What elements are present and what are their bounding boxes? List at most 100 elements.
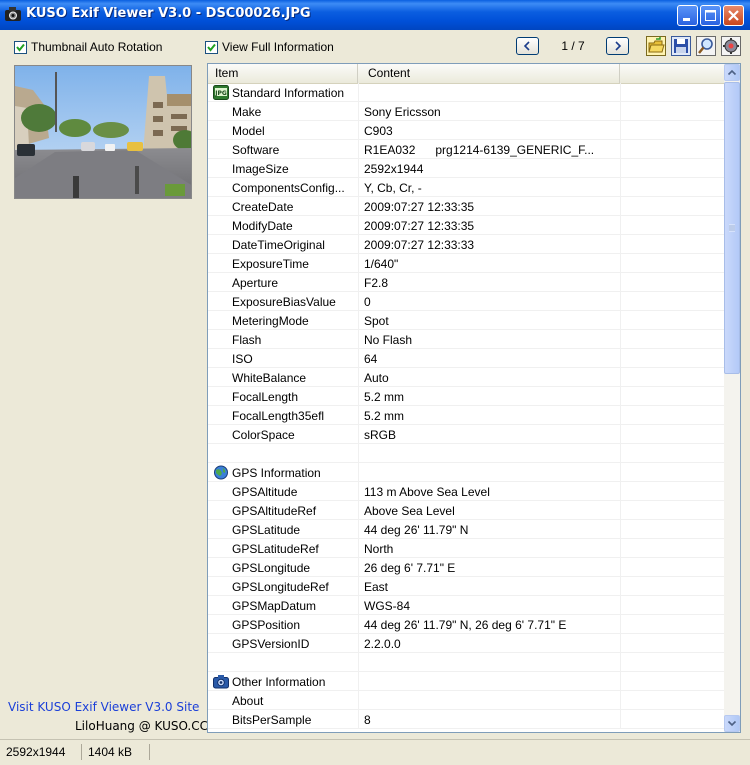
item-name: BitsPerSample	[232, 713, 312, 727]
table-row[interactable]: Software R1EA032 prg1214-6139_GENERIC_F..…	[208, 140, 724, 159]
grid-line	[620, 406, 621, 425]
author-credit: LiloHuang @ KUSO.CC	[75, 719, 209, 733]
street-photo-image	[15, 66, 191, 198]
column-header-item[interactable]: Item	[208, 64, 358, 83]
table-row[interactable]: ColorSpace sRGB	[208, 425, 724, 444]
item-value: sRGB	[364, 428, 397, 442]
item-name: GPSMapDatum	[232, 599, 317, 613]
item-name: GPSAltitude	[232, 485, 298, 499]
table-row[interactable]: FocalLength 5.2 mm	[208, 387, 724, 406]
checkbox-box[interactable]	[205, 41, 218, 54]
checkmark-icon	[207, 43, 216, 52]
scrollbar-thumb[interactable]	[724, 82, 740, 374]
table-row[interactable]: GPSLongitude 26 deg 6' 7.71" E	[208, 558, 724, 577]
table-row[interactable]: ComponentsConfig... Y, Cb, Cr, -	[208, 178, 724, 197]
table-row[interactable]: WhiteBalance Auto	[208, 368, 724, 387]
item-value: 2592x1944	[364, 162, 424, 176]
grid-line	[358, 691, 359, 710]
table-row[interactable]: GPSLatitudeRef North	[208, 539, 724, 558]
table-row[interactable]: GPSAltitude 113 m Above Sea Level	[208, 482, 724, 501]
item-name: Flash	[232, 333, 262, 347]
vertical-scrollbar[interactable]	[724, 64, 740, 732]
table-row[interactable]: Flash No Flash	[208, 330, 724, 349]
item-name: ExposureBiasValue	[232, 295, 336, 309]
table-row[interactable]: GPSLongitudeRef East	[208, 577, 724, 596]
gps-globe-icon	[213, 465, 229, 480]
grid-line	[620, 178, 621, 197]
blank-row[interactable]	[208, 653, 724, 672]
item-name: GPSLongitude	[232, 561, 311, 575]
grid-line	[358, 102, 359, 121]
table-row[interactable]: DateTimeOriginal 2009:07:27 12:33:33	[208, 235, 724, 254]
column-header-content[interactable]: Content	[358, 64, 620, 83]
item-name: DateTimeOriginal	[232, 238, 325, 252]
section-header-row[interactable]: Other Information	[208, 672, 724, 691]
next-image-button[interactable]	[606, 37, 629, 55]
maximize-button[interactable]	[700, 5, 721, 26]
status-file-size: 1404 kB	[84, 744, 150, 760]
image-thumbnail[interactable]	[14, 65, 192, 199]
search-button[interactable]	[696, 36, 716, 56]
checkbox-box[interactable]	[14, 41, 27, 54]
section-title: GPS Information	[232, 466, 321, 480]
table-row[interactable]: ISO 64	[208, 349, 724, 368]
grid-line	[358, 463, 359, 482]
item-value: 44 deg 26' 11.79" N, 26 deg 6' 7.71" E	[364, 618, 567, 632]
grid-line	[358, 368, 359, 387]
table-row[interactable]: ImageSize 2592x1944	[208, 159, 724, 178]
checkmark-icon	[16, 43, 25, 52]
save-button[interactable]	[671, 36, 691, 56]
item-value: R1EA032 prg1214-6139_GENERIC_F...	[364, 143, 595, 157]
table-row[interactable]: Make Sony Ericsson	[208, 102, 724, 121]
scroll-down-button[interactable]	[724, 715, 740, 732]
grid-line	[620, 653, 621, 672]
grid-line	[620, 482, 621, 501]
item-value: 113 m Above Sea Level	[364, 485, 490, 499]
table-row[interactable]: GPSMapDatum WGS-84	[208, 596, 724, 615]
status-image-size: 2592x1944	[2, 744, 82, 760]
table-row[interactable]: FocalLength35efl 5.2 mm	[208, 406, 724, 425]
table-row[interactable]: MeteringMode Spot	[208, 311, 724, 330]
item-value: 2009:07:27 12:33:33	[364, 238, 475, 252]
open-folder-icon	[646, 36, 666, 56]
table-row[interactable]: CreateDate 2009:07:27 12:33:35	[208, 197, 724, 216]
maximize-icon	[705, 10, 716, 21]
search-icon	[696, 36, 716, 56]
item-value: 26 deg 6' 7.71" E	[364, 561, 456, 575]
table-row[interactable]: Aperture F2.8	[208, 273, 724, 292]
grid-line	[358, 159, 359, 178]
item-value: Above Sea Level	[364, 504, 455, 518]
item-value: 2.2.0.0	[364, 637, 401, 651]
grid-line	[620, 83, 621, 102]
grid-line	[358, 520, 359, 539]
table-row[interactable]: About	[208, 691, 724, 710]
close-button[interactable]	[723, 5, 744, 26]
minimize-button[interactable]	[677, 5, 698, 26]
table-row[interactable]: BitsPerSample 8	[208, 710, 724, 729]
table-row[interactable]: GPSAltitudeRef Above Sea Level	[208, 501, 724, 520]
title-bar[interactable]: KUSO Exif Viewer V3.0 - DSC00026.JPG	[0, 0, 750, 30]
table-row[interactable]: GPSPosition 44 deg 26' 11.79" N, 26 deg 6…	[208, 615, 724, 634]
scroll-up-button[interactable]	[724, 64, 740, 81]
table-row[interactable]: GPSLatitude 44 deg 26' 11.79" N	[208, 520, 724, 539]
open-folder-button[interactable]	[646, 36, 666, 56]
table-row[interactable]: ExposureTime 1/640"	[208, 254, 724, 273]
table-row[interactable]: GPSVersionID 2.2.0.0	[208, 634, 724, 653]
grid-line	[620, 254, 621, 273]
previous-image-button[interactable]	[516, 37, 539, 55]
item-value: F2.8	[364, 276, 389, 290]
grid-line	[620, 387, 621, 406]
grid-line	[620, 273, 621, 292]
table-row[interactable]: Model C903	[208, 121, 724, 140]
blank-row[interactable]	[208, 444, 724, 463]
exif-list-view[interactable]: Item Content JPG Standard Information Make…	[207, 63, 741, 733]
grid-line	[358, 273, 359, 292]
settings-button[interactable]	[721, 36, 741, 56]
table-row[interactable]: ExposureBiasValue 0	[208, 292, 724, 311]
item-name: MeteringMode	[232, 314, 309, 328]
section-header-row[interactable]: GPS Information	[208, 463, 724, 482]
table-row[interactable]: ModifyDate 2009:07:27 12:33:35	[208, 216, 724, 235]
item-value: Spot	[364, 314, 389, 328]
visit-site-link[interactable]: Visit KUSO Exif Viewer V3.0 Site	[8, 700, 199, 714]
section-header-row[interactable]: JPG Standard Information	[208, 83, 724, 102]
